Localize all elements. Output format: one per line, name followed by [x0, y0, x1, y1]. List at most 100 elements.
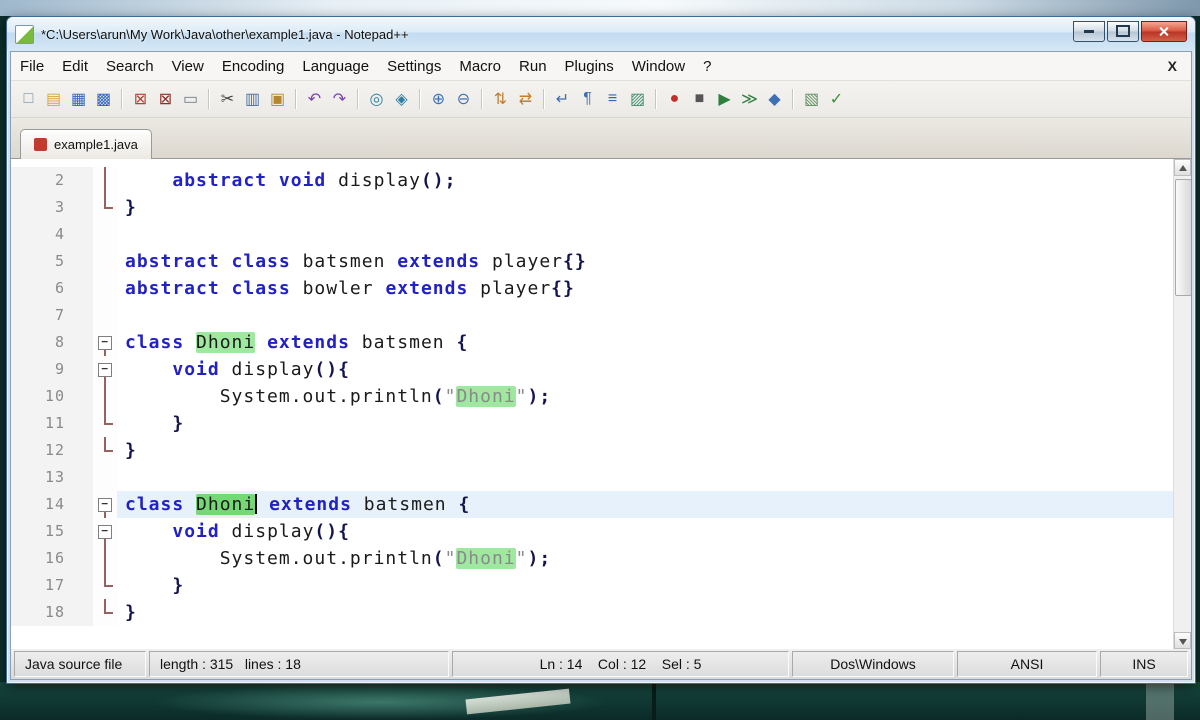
- line-number[interactable]: 5: [11, 248, 73, 275]
- code-line[interactable]: 8−class Dhoni extends batsmen {: [11, 329, 1174, 356]
- menu-item-plugins[interactable]: Plugins: [556, 55, 623, 78]
- show-all-characters-icon[interactable]: ¶: [576, 88, 599, 111]
- fold-collapse-button[interactable]: −: [93, 329, 117, 356]
- code-line[interactable]: 3}: [11, 194, 1174, 221]
- zoom-out-icon[interactable]: ⊖: [452, 88, 475, 111]
- code-line[interactable]: 5abstract class batsmen extends player{}: [11, 248, 1174, 275]
- code-line[interactable]: 14−class Dhoni extends batsmen {: [11, 491, 1174, 518]
- minimize-button[interactable]: [1073, 21, 1105, 42]
- line-number[interactable]: 2: [11, 167, 73, 194]
- close-document-icon[interactable]: ⊠: [129, 88, 152, 111]
- menu-close-document-button[interactable]: X: [1154, 58, 1191, 74]
- fold-collapse-button[interactable]: −: [93, 356, 117, 383]
- tab-example1-java[interactable]: example1.java: [20, 129, 152, 159]
- line-number[interactable]: 8: [11, 329, 73, 356]
- code-line[interactable]: 7: [11, 302, 1174, 329]
- bookmark-margin[interactable]: [73, 410, 93, 437]
- bookmark-margin[interactable]: [73, 329, 93, 356]
- menu-item-macro[interactable]: Macro: [450, 55, 510, 78]
- bookmark-margin[interactable]: [73, 599, 93, 626]
- line-number[interactable]: 3: [11, 194, 73, 221]
- bookmark-margin[interactable]: [73, 275, 93, 302]
- paste-icon[interactable]: ▣: [266, 88, 289, 111]
- bookmark-margin[interactable]: [73, 491, 93, 518]
- bookmark-margin[interactable]: [73, 221, 93, 248]
- replace-icon[interactable]: ◈: [390, 88, 413, 111]
- spell-check-icon[interactable]: ✓: [825, 88, 848, 111]
- bookmark-margin[interactable]: [73, 545, 93, 572]
- print-icon[interactable]: ▭: [179, 88, 202, 111]
- menu-item-encoding[interactable]: Encoding: [213, 55, 294, 78]
- open-folder-icon[interactable]: ▤: [42, 88, 65, 111]
- bookmark-margin[interactable]: [73, 167, 93, 194]
- line-number[interactable]: 9: [11, 356, 73, 383]
- menu-item-run[interactable]: Run: [510, 55, 556, 78]
- macro-play-icon[interactable]: ▶: [713, 88, 736, 111]
- new-file-icon[interactable]: □: [17, 88, 40, 111]
- code-line[interactable]: 2 abstract void display();: [11, 167, 1174, 194]
- bookmark-margin[interactable]: [73, 437, 93, 464]
- redo-icon[interactable]: ↷: [328, 88, 351, 111]
- close-all-documents-icon[interactable]: ⊠: [154, 88, 177, 111]
- scroll-up-button[interactable]: [1174, 159, 1191, 176]
- word-wrap-icon[interactable]: ↵: [551, 88, 574, 111]
- code-line[interactable]: 12}: [11, 437, 1174, 464]
- save-icon[interactable]: ▦: [67, 88, 90, 111]
- sync-horizontal-scrolling-icon[interactable]: ⇄: [514, 88, 537, 111]
- fold-collapse-button[interactable]: −: [93, 518, 117, 545]
- bookmark-margin[interactable]: [73, 356, 93, 383]
- menu-item-help[interactable]: ?: [694, 55, 720, 78]
- line-number[interactable]: 13: [11, 464, 73, 491]
- line-number[interactable]: 11: [11, 410, 73, 437]
- fold-minus-icon[interactable]: −: [98, 336, 112, 350]
- code-line[interactable]: 15− void display(){: [11, 518, 1174, 545]
- code-line[interactable]: 4: [11, 221, 1174, 248]
- bookmark-margin[interactable]: [73, 518, 93, 545]
- status-insert-mode[interactable]: INS: [1100, 651, 1188, 677]
- code-line[interactable]: 9− void display(){: [11, 356, 1174, 383]
- vertical-scrollbar[interactable]: [1173, 159, 1191, 649]
- line-number[interactable]: 15: [11, 518, 73, 545]
- bookmark-margin[interactable]: [73, 572, 93, 599]
- code-line[interactable]: 10 System.out.println("Dhoni");: [11, 383, 1174, 410]
- line-number[interactable]: 16: [11, 545, 73, 572]
- code-line[interactable]: 18}: [11, 599, 1174, 626]
- menu-item-edit[interactable]: Edit: [53, 55, 97, 78]
- menu-item-language[interactable]: Language: [293, 55, 378, 78]
- fold-minus-icon[interactable]: −: [98, 498, 112, 512]
- menu-item-file[interactable]: File: [11, 55, 53, 78]
- fold-collapse-button[interactable]: −: [93, 491, 117, 518]
- line-number[interactable]: 7: [11, 302, 73, 329]
- bookmark-margin[interactable]: [73, 248, 93, 275]
- menu-item-search[interactable]: Search: [97, 55, 163, 78]
- line-number[interactable]: 14: [11, 491, 73, 518]
- copy-icon[interactable]: ▥: [241, 88, 264, 111]
- find-icon[interactable]: ◎: [365, 88, 388, 111]
- menu-item-settings[interactable]: Settings: [378, 55, 450, 78]
- cut-icon[interactable]: ✂: [216, 88, 239, 111]
- line-number[interactable]: 18: [11, 599, 73, 626]
- undo-icon[interactable]: ↶: [303, 88, 326, 111]
- line-number[interactable]: 17: [11, 572, 73, 599]
- macro-save-icon[interactable]: ◆: [763, 88, 786, 111]
- scroll-down-button[interactable]: [1174, 632, 1191, 649]
- status-eol-format[interactable]: Dos\Windows: [792, 651, 954, 677]
- fold-minus-icon[interactable]: −: [98, 363, 112, 377]
- line-number[interactable]: 12: [11, 437, 73, 464]
- status-encoding[interactable]: ANSI: [957, 651, 1097, 677]
- save-all-icon[interactable]: ▩: [92, 88, 115, 111]
- document-map-icon[interactable]: ▧: [800, 88, 823, 111]
- zoom-in-icon[interactable]: ⊕: [427, 88, 450, 111]
- code-line[interactable]: 11 }: [11, 410, 1174, 437]
- menu-item-window[interactable]: Window: [623, 55, 694, 78]
- code-line[interactable]: 13: [11, 464, 1174, 491]
- fold-minus-icon[interactable]: −: [98, 525, 112, 539]
- sync-vertical-scrolling-icon[interactable]: ⇅: [489, 88, 512, 111]
- bookmark-margin[interactable]: [73, 194, 93, 221]
- scrollbar-thumb[interactable]: [1175, 179, 1191, 296]
- line-number[interactable]: 10: [11, 383, 73, 410]
- user-define-dialog-icon[interactable]: ▨: [626, 88, 649, 111]
- macro-record-icon[interactable]: ●: [663, 88, 686, 111]
- bookmark-margin[interactable]: [73, 464, 93, 491]
- code-line[interactable]: 16 System.out.println("Dhoni");: [11, 545, 1174, 572]
